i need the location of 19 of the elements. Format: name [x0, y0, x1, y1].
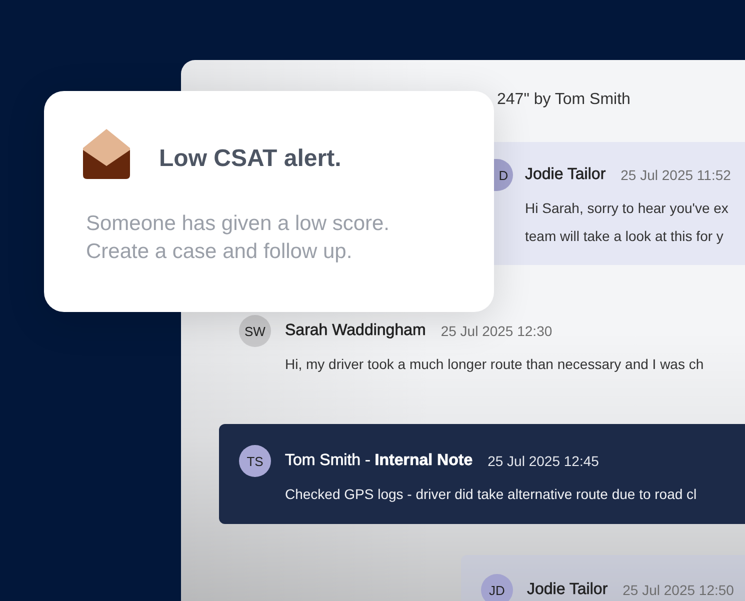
case-header-text: 247" by Tom Smith [497, 91, 630, 108]
avatar: D [494, 159, 513, 191]
message-text: Hi, my driver took a much longer route than necessary and I was ch [285, 355, 705, 374]
author-name: Jodie Tailor [525, 166, 606, 184]
envelope-icon [83, 129, 130, 179]
alert-message: Someone has given a low score. Create a case and follow up. [86, 211, 391, 265]
avatar: TS [239, 445, 271, 477]
message-timestamp: 25 Jul 2025 12:50 [622, 582, 734, 598]
author-name: Tom Smith - Internal Note [285, 452, 473, 470]
message-timestamp: 25 Jul 2025 11:52 [620, 167, 731, 183]
avatar: JD [481, 574, 513, 601]
alert-title: Low CSAT alert. [159, 145, 342, 173]
message-text: Checked GPS logs - driver did take alternative route due to road cl [285, 485, 698, 504]
message-timestamp: 25 Jul 2025 12:45 [488, 453, 599, 469]
author-name: Sarah Waddingham [285, 322, 426, 340]
message-timestamp: 25 Jul 2025 12:30 [440, 323, 552, 339]
avatar: SW [239, 315, 271, 347]
message-text: Hi Sarah, sorry to hear you've ex team will take a look at this for y [525, 199, 730, 246]
author-name: Jodie Tailor [527, 581, 608, 599]
